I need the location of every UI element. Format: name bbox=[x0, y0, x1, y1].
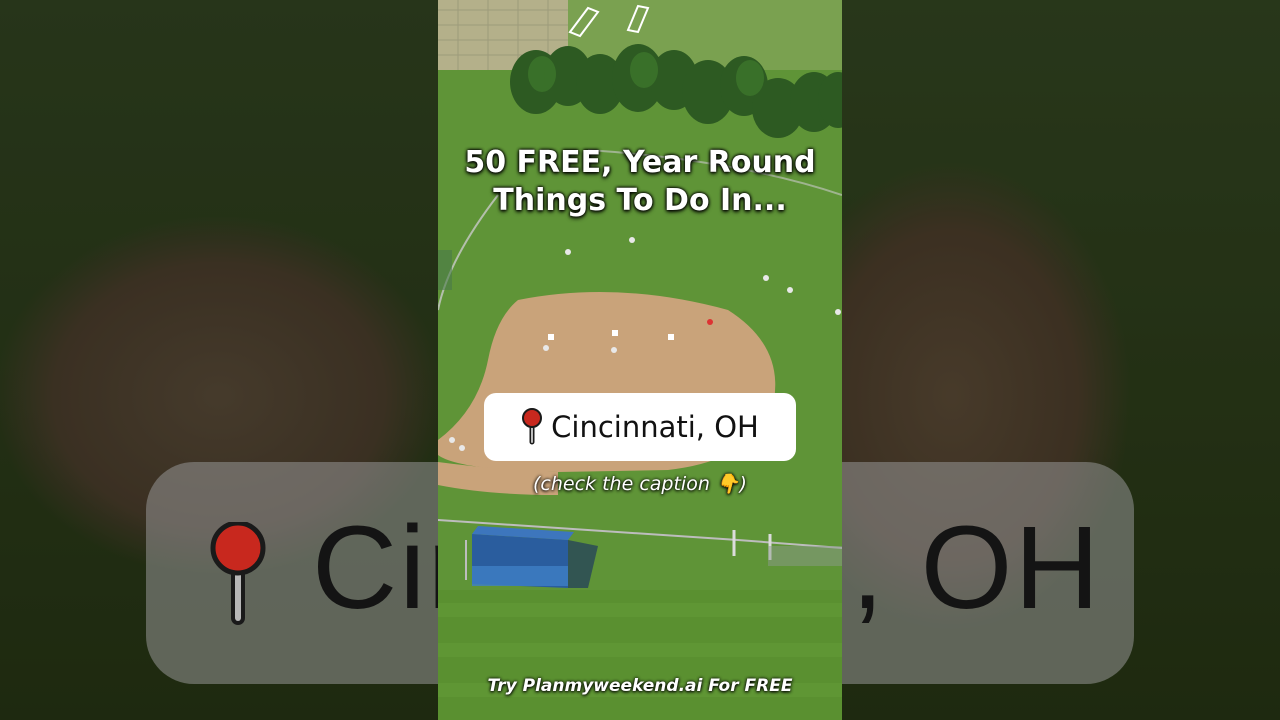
caption-hint: (check the caption 👇) bbox=[533, 473, 747, 495]
round-pushpin-icon bbox=[522, 408, 543, 445]
drone-field-scene bbox=[438, 0, 842, 720]
location-label: Cincinnati, OH bbox=[551, 410, 759, 444]
video-frame[interactable]: 50 FREE, Year Round Things To Do In... C… bbox=[438, 0, 842, 720]
footer-cta: Try Planmyweekend.ai For FREE bbox=[487, 676, 793, 696]
video-title: 50 FREE, Year Round Things To Do In... bbox=[464, 145, 816, 218]
location-pill: Cincinnati, OH bbox=[484, 393, 796, 461]
